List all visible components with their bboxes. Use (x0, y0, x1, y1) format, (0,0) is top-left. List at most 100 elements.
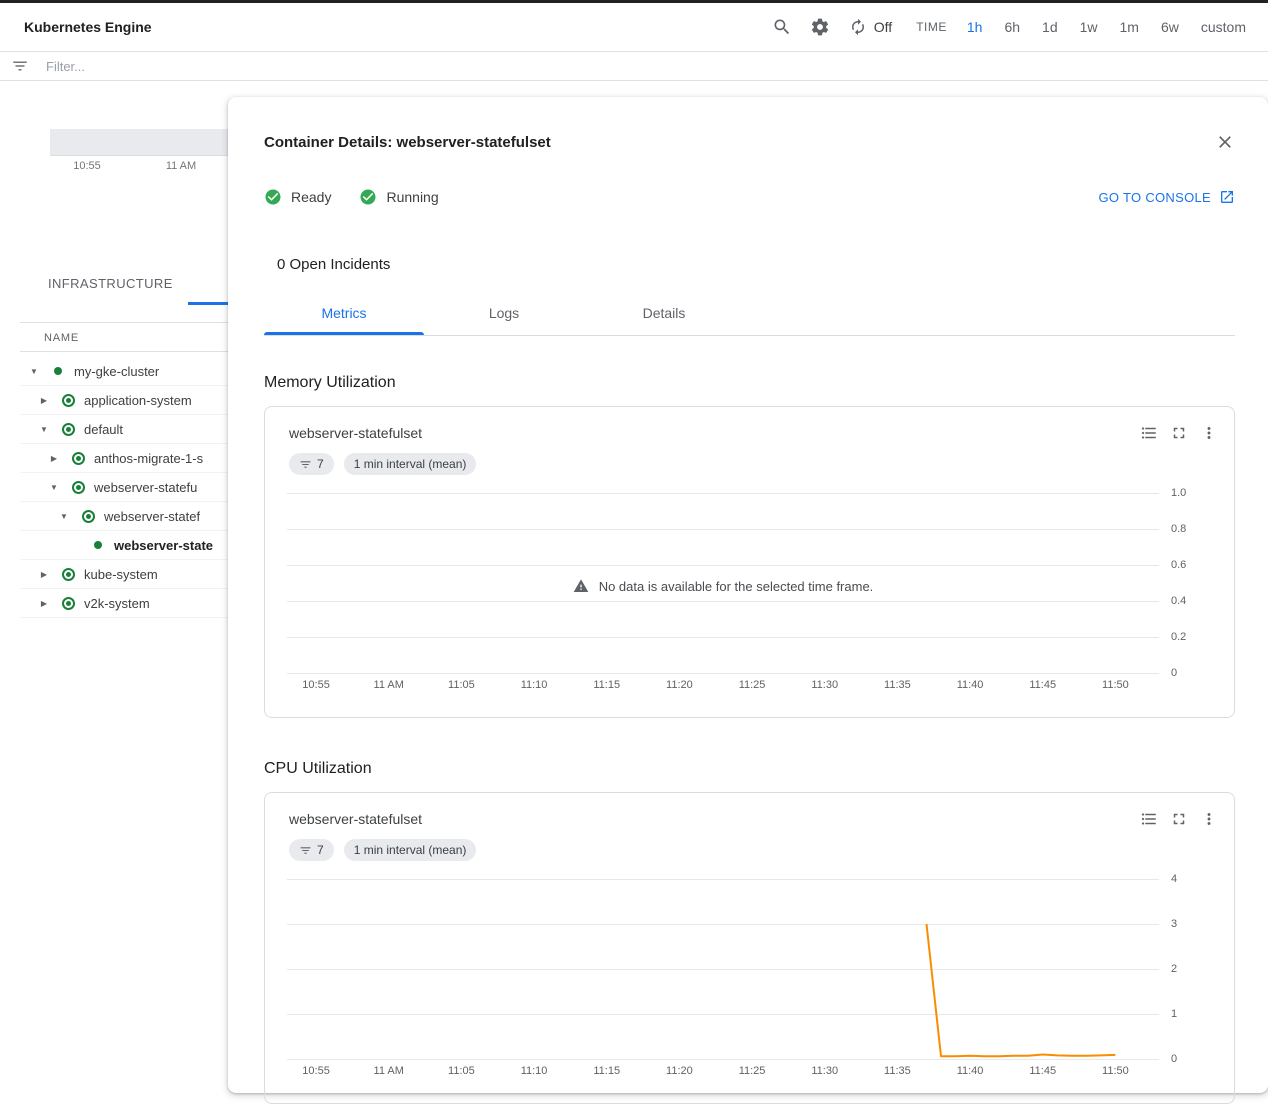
tree-item-label: webserver-state (114, 538, 213, 553)
tree-item-my-gke-cluster[interactable]: ▼ my-gke-cluster (20, 357, 229, 386)
time-range-1h[interactable]: 1h (965, 17, 985, 37)
legend-icon[interactable] (1140, 424, 1158, 442)
tree-item-label: my-gke-cluster (74, 364, 159, 379)
tree-item-application-system[interactable]: ▶ application-system (20, 386, 229, 415)
tree-item-label: v2k-system (84, 596, 150, 611)
y-axis-label: 0.8 (1171, 523, 1186, 535)
more-vert-icon[interactable] (1200, 810, 1218, 828)
x-axis-label: 11:15 (593, 679, 620, 691)
open-in-new-icon (1219, 189, 1235, 205)
y-axis-label: 0.4 (1171, 595, 1186, 607)
time-range-1w[interactable]: 1w (1078, 17, 1100, 37)
status-dot-icon (81, 509, 95, 523)
x-axis-label: 10:55 (302, 679, 330, 691)
x-axis-label: 11:10 (521, 679, 548, 691)
time-range-6h[interactable]: 6h (1002, 17, 1022, 37)
tree-item-kube-system[interactable]: ▶kube-system (20, 560, 229, 589)
tree-expand-icon[interactable]: ▶ (36, 599, 52, 608)
infra-tree: ▼ my-gke-cluster ▶ application-system ▼ defau… (20, 357, 229, 618)
tree-item-webserver-statef[interactable]: ▼ webserver-statef (20, 502, 229, 531)
mini-chart-tick: 11 AM (166, 160, 196, 172)
time-range-1m[interactable]: 1m (1118, 17, 1141, 37)
check-circle-icon (264, 188, 282, 206)
x-axis-label: 11:35 (884, 679, 911, 691)
gridline (287, 529, 1159, 530)
x-axis-label: 11:45 (1029, 679, 1056, 691)
x-axis-label: 11:30 (811, 679, 838, 691)
filter-input[interactable] (44, 58, 1258, 75)
tree-item-v2k-system[interactable]: ▶ v2k-system (20, 589, 229, 618)
gridline (287, 493, 1159, 494)
tree-collapse-icon[interactable]: ▼ (46, 483, 62, 492)
status-ready: Ready (264, 188, 331, 206)
go-to-console-link[interactable]: GO TO CONSOLE (1098, 189, 1235, 205)
section-title-memory: Memory Utilization (264, 374, 1235, 392)
tab-details[interactable]: Details (584, 291, 744, 335)
auto-refresh-toggle[interactable]: Off (848, 17, 892, 37)
time-range-custom[interactable]: custom (1199, 17, 1248, 37)
panel-title: Container Details: webserver-statefulset (264, 134, 551, 151)
status-dot-icon (61, 567, 75, 581)
warning-icon (573, 578, 589, 594)
search-icon[interactable] (772, 17, 792, 37)
gridline (287, 601, 1159, 602)
status-running: Running (359, 188, 438, 206)
interval-chip: 1 min interval (mean) (344, 839, 477, 861)
tree-item-label: webserver-statefu (94, 480, 197, 495)
y-axis-label: 0 (1171, 667, 1177, 679)
status-label: Running (386, 189, 438, 205)
gridline (287, 637, 1159, 638)
fullscreen-icon[interactable] (1170, 810, 1188, 828)
more-vert-icon[interactable] (1200, 424, 1218, 442)
time-range-6w[interactable]: 6w (1159, 17, 1181, 37)
close-icon[interactable] (1215, 132, 1235, 152)
refresh-icon (848, 17, 868, 37)
status-dot-icon (71, 480, 85, 494)
y-axis-label: 3 (1171, 918, 1177, 930)
filter-count-chip[interactable]: 7 (289, 453, 334, 475)
tree-collapse-icon[interactable]: ▼ (36, 425, 52, 434)
check-circle-icon (359, 188, 377, 206)
tree-item-webserver-state[interactable]: webserver-state (20, 531, 229, 560)
y-axis-label: 0.6 (1171, 559, 1186, 571)
fullscreen-icon[interactable] (1170, 424, 1188, 442)
cpu-chart-card: webserver-statefulset (264, 792, 1235, 1104)
tree-item-default[interactable]: ▼ default (20, 415, 229, 444)
cpu-utilization-chart[interactable]: 4321010:5511 AM11:0511:1011:1511:2011:25… (287, 869, 1159, 1069)
tree-item-label: webserver-statef (104, 509, 200, 524)
tree-item-label: default (84, 422, 123, 437)
page-title: Kubernetes Engine (24, 19, 152, 35)
series-line (287, 869, 1159, 1069)
tree-item-anthos-migrate-1-s[interactable]: ▶anthos-migrate-1-s (20, 444, 229, 473)
tab-metrics[interactable]: Metrics (264, 291, 424, 335)
open-incidents-label: 0 Open Incidents (277, 256, 1235, 273)
settings-gear-icon[interactable] (810, 17, 830, 37)
y-axis-label: 2 (1171, 963, 1177, 975)
x-axis-label: 11:25 (739, 679, 766, 691)
tree-expand-icon[interactable]: ▶ (36, 396, 52, 405)
x-axis-label: 11 AM (374, 679, 404, 691)
legend-icon[interactable] (1140, 810, 1158, 828)
sidebar-tabs: INFRASTRUCTURE (0, 261, 229, 305)
tab-logs[interactable]: Logs (424, 291, 584, 335)
time-range-1d[interactable]: 1d (1040, 17, 1060, 37)
interval-chip: 1 min interval (mean) (344, 453, 477, 475)
tree-item-webserver-statefu[interactable]: ▼ webserver-statefu (20, 473, 229, 502)
status-dot-icon (91, 538, 105, 552)
tree-expand-icon[interactable]: ▶ (36, 570, 52, 579)
memory-utilization-chart[interactable]: No data is available for the selected ti… (287, 483, 1159, 683)
content-area: 10:55 11 AM INFRASTRUCTURE NAME ▼my-gke-… (0, 81, 1268, 1097)
container-details-panel: Container Details: webserver-statefulset… (228, 97, 1268, 1093)
status-dot-icon (61, 422, 75, 436)
y-axis-label: 0 (1171, 1053, 1177, 1065)
filter-count-chip[interactable]: 7 (289, 839, 334, 861)
tree-expand-icon[interactable]: ▶ (46, 454, 62, 463)
tab-infrastructure[interactable]: INFRASTRUCTURE (48, 276, 173, 291)
tree-item-label: application-system (84, 393, 192, 408)
tree-collapse-icon[interactable]: ▼ (56, 512, 72, 521)
tree-collapse-icon[interactable]: ▼ (26, 367, 42, 376)
infrastructure-sidebar: 10:55 11 AM INFRASTRUCTURE NAME ▼my-gke-… (0, 81, 229, 1097)
y-axis-label: 1.0 (1171, 487, 1186, 499)
filter-icon (10, 56, 30, 76)
hidden-tab-underline (188, 302, 229, 305)
